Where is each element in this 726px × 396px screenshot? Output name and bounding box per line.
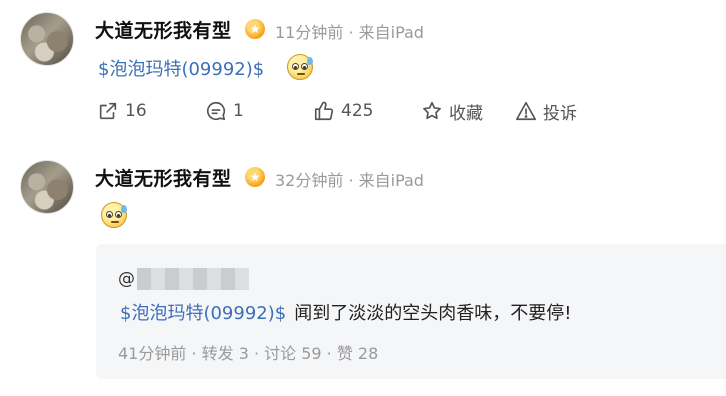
warning-icon [516, 101, 536, 121]
post: 大道无形我有型 ★ 11分钟前 · 来自iPad $泡泡玛特(09992)$ 1… [0, 0, 726, 150]
repost-button[interactable]: 16 [97, 97, 147, 125]
quoted-post[interactable]: @ $泡泡玛特(09992)$ 闻到了淡淡的空头肉香味，不要停! 41分钟前 · … [96, 244, 726, 379]
quoted-user[interactable]: @ [118, 268, 249, 290]
repost-count: 16 [125, 101, 147, 121]
avatar[interactable] [20, 160, 74, 214]
like-count: 425 [341, 101, 374, 121]
post-meta: 11分钟前 · 来自iPad [275, 23, 424, 42]
username[interactable]: 大道无形我有型 [95, 164, 232, 191]
thumbs-up-icon [314, 101, 334, 121]
action-bar: 16 1 425 收藏 投诉 [0, 97, 726, 125]
sweating-smile-emoji-icon [287, 54, 313, 80]
star-icon [423, 101, 441, 120]
quoted-content: $泡泡玛特(09992)$ 闻到了淡淡的空头肉香味，不要停! [120, 299, 571, 325]
comment-count: 1 [233, 101, 244, 121]
post-content: $泡泡玛特(09992)$ [98, 55, 264, 81]
sweating-smile-emoji-icon [101, 202, 127, 228]
comment-button[interactable]: 1 [205, 97, 244, 125]
vip-badge-icon: ★ [245, 19, 265, 39]
stock-tag-link[interactable]: $泡泡玛特(09992)$ [98, 59, 264, 80]
share-icon [99, 102, 117, 120]
avatar[interactable] [20, 12, 74, 66]
mention-prefix: @ [118, 269, 135, 289]
quoted-meta: 41分钟前 · 转发 3 · 讨论 59 · 赞 28 [118, 344, 379, 363]
like-button[interactable]: 425 [313, 97, 373, 125]
quoted-text: 闻到了淡淡的空头肉香味，不要停! [294, 303, 572, 324]
comment-icon [206, 101, 226, 121]
stock-tag-link[interactable]: $泡泡玛特(09992)$ [120, 303, 286, 324]
favorite-label: 收藏 [449, 103, 483, 124]
post-meta: 32分钟前 · 来自iPad [275, 171, 424, 190]
username[interactable]: 大道无形我有型 [95, 16, 232, 43]
report-button[interactable]: 投诉 [515, 97, 577, 125]
favorite-button[interactable]: 收藏 [421, 97, 483, 125]
report-label: 投诉 [543, 103, 577, 124]
obscured-username [137, 268, 249, 290]
post: 大道无形我有型 ★ 32分钟前 · 来自iPad @ $泡泡玛特(09992)$… [0, 150, 726, 396]
vip-badge-icon: ★ [245, 167, 265, 187]
